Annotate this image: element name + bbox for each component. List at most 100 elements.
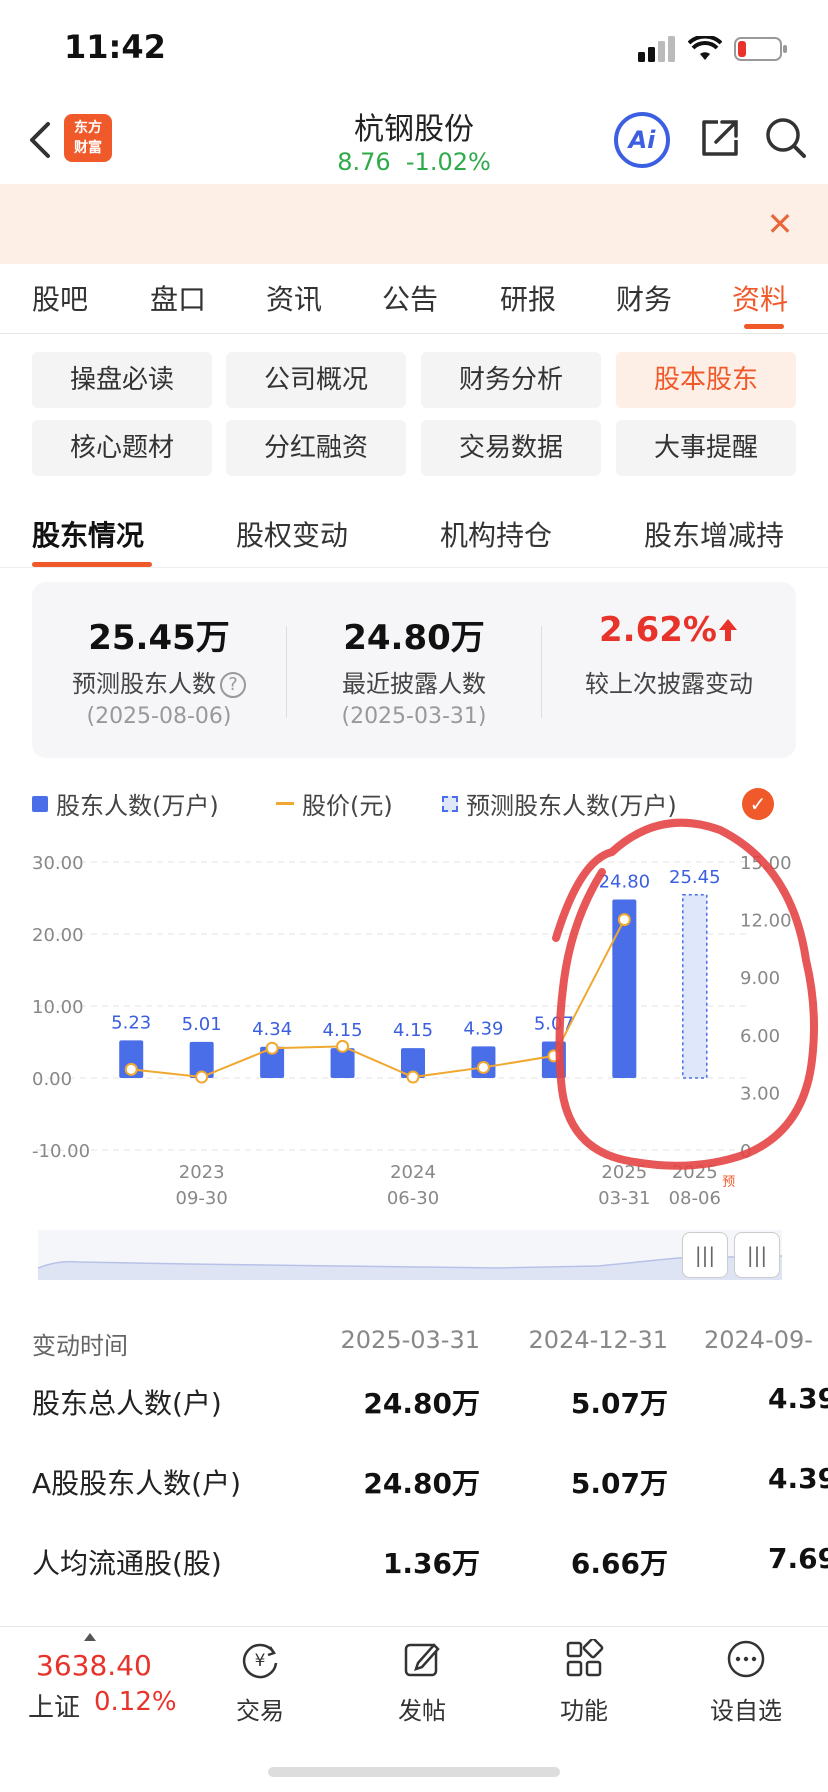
legend-price[interactable]: 股价(元) — [276, 786, 393, 821]
slider-overview-area — [38, 1255, 782, 1280]
nav-post[interactable]: 发帖 — [367, 1635, 477, 1735]
latest-holders-label: 最近披露人数 — [342, 670, 486, 698]
submenu-core-themes[interactable]: 核心题材 — [32, 420, 212, 476]
nav-features[interactable]: 功能 — [529, 1635, 639, 1735]
ai-assistant-button[interactable]: Ai — [614, 112, 670, 168]
table-column: 2025-03-31 — [340, 1326, 480, 1354]
x-axis-tick-date: 09-30 — [176, 1188, 228, 1209]
edit-icon — [404, 1643, 440, 1677]
x-axis-tick-year: 2023 — [179, 1162, 225, 1183]
battery-icon — [734, 37, 787, 61]
table-column: 2024-12-31 — [528, 1326, 668, 1354]
grid-apps-icon — [566, 1639, 604, 1677]
legend-holders[interactable]: 股东人数(万户) — [32, 786, 219, 821]
tab-shareholder-info[interactable]: 股东情况 — [32, 514, 144, 554]
table-cell: 7.69 — [768, 1542, 828, 1575]
search-icon[interactable] — [764, 116, 808, 160]
bottom-nav: 3638.40 上证 0.12% ¥ 交易 发帖 功能 设自选 — [0, 1626, 828, 1792]
left-axis-tick: 20.00 — [32, 925, 84, 946]
bar-value-label: 4.15 — [323, 1020, 363, 1041]
summary-card: 25.45万 预测股东人数? (2025-08-06) 24.80万 最近披露人… — [32, 582, 796, 758]
status-bar: 11:42 — [0, 0, 828, 96]
holder-bar — [612, 899, 637, 1078]
price-point — [547, 1049, 561, 1063]
index-change[interactable]: 0.12% — [94, 1687, 177, 1717]
shareholder-chart: 30.00 20.00 10.00 0.00 -10.00 15.00 12.00 9.00 6… — [32, 853, 792, 1209]
tab-research[interactable]: 研报 — [500, 278, 556, 318]
index-value[interactable]: 3638.40 — [36, 1649, 152, 1682]
x-axis-tick-date: 08-06 — [669, 1188, 721, 1209]
price-point — [336, 1039, 350, 1053]
price-point — [265, 1041, 279, 1055]
tab-holder-changes[interactable]: 股东增减持 — [644, 514, 784, 554]
submenu-dividends[interactable]: 分红融资 — [226, 420, 406, 476]
tab-guba[interactable]: 股吧 — [32, 278, 88, 318]
submenu-shareholders[interactable]: 股本股东 — [616, 352, 796, 408]
predicted-bar — [682, 894, 708, 1079]
signal-icon — [638, 36, 675, 62]
legend-swatch-bar — [32, 795, 48, 812]
nav-watchlist[interactable]: 设自选 — [691, 1635, 801, 1735]
table-cell: 1.36万 — [382, 1547, 480, 1580]
table-cell: 24.80万 — [363, 1387, 480, 1420]
latest-holders-date: (2025-03-31) — [341, 704, 487, 729]
legend-swatch-dashed — [442, 795, 458, 812]
submenu-trading-data[interactable]: 交易数据 — [421, 420, 601, 476]
tab-institution-holdings[interactable]: 机构持仓 — [440, 514, 552, 554]
submenu-events[interactable]: 大事提醒 — [616, 420, 796, 476]
notice-banner: ✕ — [0, 184, 828, 264]
price-point — [476, 1060, 490, 1074]
section-tabs: 股东情况 股权变动 机构持仓 股东增减持 — [0, 496, 828, 568]
help-icon[interactable]: ? — [220, 672, 246, 698]
table-cell: 5.07万 — [570, 1387, 668, 1420]
table-header-label: 变动时间 — [32, 1332, 128, 1360]
bar-value-label: 4.34 — [252, 1019, 292, 1040]
index-name[interactable]: 上证 — [28, 1687, 80, 1724]
svg-text:¥: ¥ — [255, 1651, 266, 1671]
expand-up-icon[interactable] — [84, 1633, 96, 1641]
left-axis-tick: 0.00 — [32, 1069, 72, 1090]
tab-finance[interactable]: 财务 — [616, 278, 672, 318]
tab-equity-change[interactable]: 股权变动 — [236, 514, 348, 554]
slider-handle-left[interactable]: ||| — [682, 1232, 728, 1278]
chart-legend: 股东人数(万户) 股价(元) 预测股东人数(万户) ✓ — [32, 786, 802, 826]
legend-swatch-line — [276, 802, 294, 805]
predicted-holders-date: (2025-08-06) — [86, 704, 232, 729]
close-icon[interactable]: ✕ — [762, 206, 798, 242]
chart-range-slider[interactable]: ||| ||| — [38, 1230, 782, 1280]
table-column: 2024-09- — [704, 1326, 813, 1354]
change-value: 2.62% — [542, 610, 796, 650]
x-axis-tick-year: 2025 — [672, 1162, 718, 1183]
stock-change: -1.02% — [405, 148, 491, 176]
row-label: A股股东人数(户) — [32, 1467, 242, 1500]
x-axis-tick-date: 03-31 — [598, 1188, 650, 1209]
status-icons — [638, 36, 788, 62]
predicted-marker: 预 — [722, 1175, 735, 1190]
more-icon — [727, 1640, 765, 1678]
bar-value-label: 25.45 — [669, 867, 721, 888]
tab-profile[interactable]: 资料 — [732, 278, 788, 318]
submenu-financial-analysis[interactable]: 财务分析 — [421, 352, 601, 408]
tab-news[interactable]: 资讯 — [266, 278, 322, 318]
tab-announcements[interactable]: 公告 — [382, 278, 438, 318]
summary-change: 2.62% 较上次披露变动 — [542, 582, 796, 758]
table-cell: 5.07万 — [570, 1467, 668, 1500]
submenu-company-overview[interactable]: 公司概况 — [226, 352, 406, 408]
summary-latest: 24.80万 最近披露人数 (2025-03-31) — [287, 582, 541, 758]
status-time: 11:42 — [64, 28, 166, 66]
slider-handle-right[interactable]: ||| — [734, 1232, 780, 1278]
stock-price: 8.76 — [337, 148, 391, 176]
tab-pankou[interactable]: 盘口 — [150, 278, 206, 318]
nav-trade[interactable]: ¥ 交易 — [205, 1635, 315, 1735]
app-header: 东方 财富 杭钢股份 8.76 -1.02% Ai — [0, 96, 828, 184]
legend-predicted[interactable]: 预测股东人数(万户) — [442, 786, 677, 821]
right-axis-tick: 6.00 — [740, 1026, 780, 1047]
left-axis-tick: -10.00 — [32, 1141, 90, 1162]
left-axis-tick: 10.00 — [32, 997, 84, 1018]
right-axis-tick: 0 — [740, 1141, 751, 1162]
submenu-trading-guide[interactable]: 操盘必读 — [32, 352, 212, 408]
share-icon[interactable] — [698, 116, 742, 160]
bar-value-label: 4.15 — [393, 1020, 433, 1041]
check-icon[interactable]: ✓ — [742, 788, 774, 820]
x-axis-tick-date: 06-30 — [387, 1188, 439, 1209]
